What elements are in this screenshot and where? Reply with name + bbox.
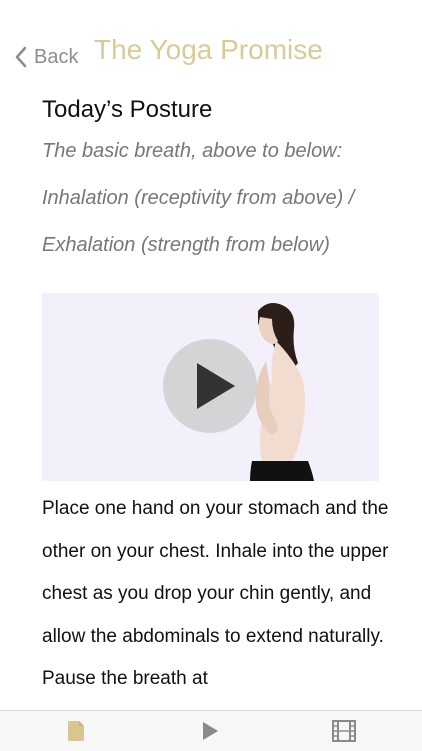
tab-film[interactable] [324, 711, 364, 751]
tab-bar [0, 710, 422, 751]
posture-subtitle-line: Inhalation (receptivity from above) / [42, 187, 355, 209]
app-title: The Yoga Promise [94, 34, 323, 65]
posture-subtitle-line: The basic breath, above to below: [42, 140, 343, 162]
back-button[interactable]: Back [14, 42, 78, 72]
back-label: Back [34, 45, 79, 68]
play-icon [203, 722, 218, 740]
navigation-bar: Back The Yoga Promise [0, 0, 422, 90]
posture-subtitle-line: Exhalation (strength from below) [42, 234, 330, 256]
chevron-left-icon [15, 46, 27, 68]
film-icon [332, 720, 356, 742]
posture-heading: Today’s Posture [42, 96, 213, 123]
document-icon [68, 721, 84, 741]
posture-section: Today’s Posture The basic breath, above … [42, 92, 382, 269]
play-icon [197, 363, 235, 409]
tab-document[interactable] [56, 711, 96, 751]
play-button[interactable] [163, 339, 257, 433]
tab-play[interactable] [190, 711, 230, 751]
video-player[interactable] [42, 293, 379, 481]
posture-instructions: Place one hand on your stomach and the o… [42, 498, 389, 689]
